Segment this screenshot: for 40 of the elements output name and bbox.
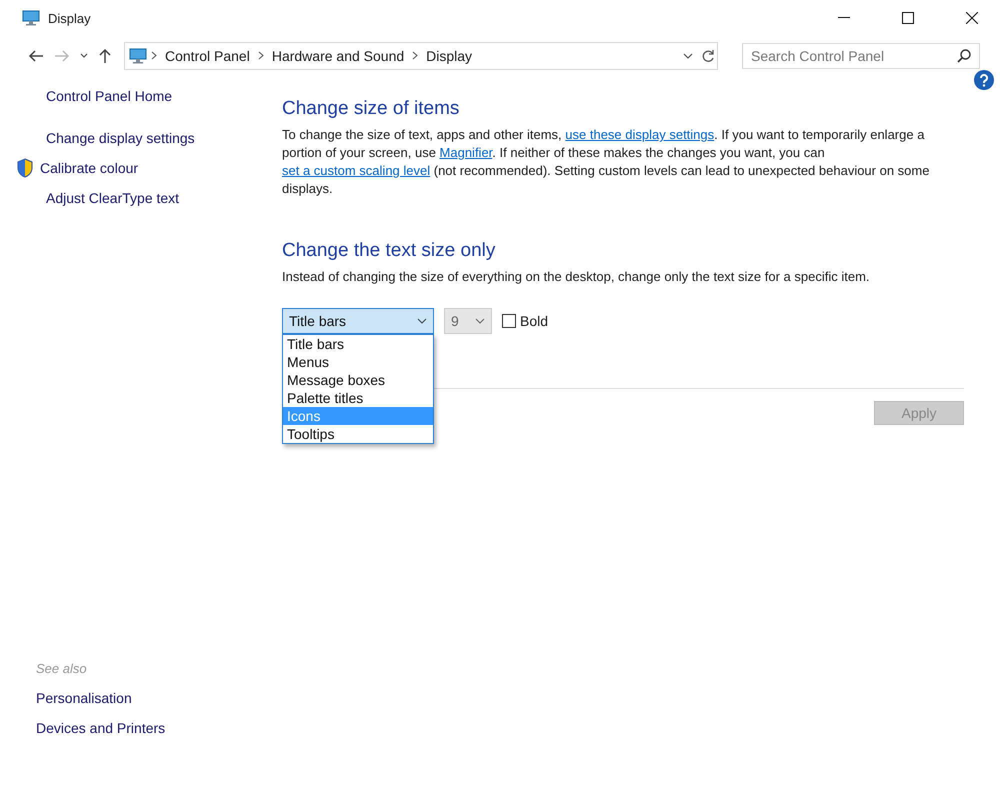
see-also-link[interactable]: Devices and Printers — [36, 720, 240, 736]
display-icon — [22, 10, 40, 26]
checkbox-label: Bold — [520, 313, 548, 329]
dropdown-option[interactable]: Menus — [283, 353, 433, 371]
text-link[interactable]: Magnifier — [440, 145, 492, 160]
search-field[interactable]: Search Control Panel — [742, 43, 980, 69]
dropdown-option[interactable]: Message boxes — [283, 371, 433, 389]
dropdown-option[interactable]: Title bars — [283, 335, 433, 353]
caret-icon — [417, 318, 427, 324]
caret-icon — [80, 53, 88, 59]
breadcrumb[interactable]: Control Panel — [161, 48, 254, 64]
address-bar[interactable]: Control Panel Hardware and Sound Display — [124, 42, 718, 70]
dropdown-option[interactable]: Tooltips — [283, 425, 433, 443]
breadcrumb[interactable]: Display — [422, 48, 476, 64]
text-link[interactable]: use these display settings — [565, 127, 714, 142]
caret-icon — [475, 318, 485, 324]
shield-icon — [16, 158, 34, 178]
maximize-icon — [902, 12, 914, 24]
search-icon — [957, 49, 971, 63]
window-title: Display — [48, 10, 92, 26]
section-heading: Change the text size only — [282, 240, 496, 262]
item-dropdown[interactable]: Title bars — [282, 308, 434, 334]
description: Instead of changing the size of everything on the desktop, change only the text size for a specific item. — [282, 268, 871, 286]
help-icon[interactable] — [974, 70, 994, 90]
section-heading: Change size of items — [282, 98, 460, 120]
see-also-link[interactable]: Personalisation — [36, 690, 240, 706]
sidebar-link[interactable]: Adjust ClearType text — [46, 190, 240, 206]
text-link[interactable]: set a custom scaling level — [282, 163, 430, 178]
minimize-icon — [838, 17, 850, 19]
checkbox[interactable] — [502, 314, 516, 328]
display-icon — [129, 48, 147, 64]
paragraph: To change the size of text, apps and other items, use these display settings. If you want to temporarily enlarge a portion of your screen, use Magnifier. If neither of these makes the changes you want, you can set a custom scaling level (not recommended). Setting custom levels can lead to unexpected behaviour on some displays. — [282, 126, 930, 198]
sidebar-link[interactable]: Control Panel Home — [46, 88, 240, 104]
sidebar-link[interactable]: Change display settings — [46, 130, 240, 146]
see-also-heading: See also — [36, 661, 88, 676]
close-icon — [966, 12, 978, 24]
sidebar-link[interactable]: Calibrate colour — [16, 158, 240, 178]
dropdown-option[interactable]: Palette titles — [283, 389, 433, 407]
dropdown-icon[interactable] — [681, 51, 695, 61]
breadcrumb[interactable]: Hardware and Sound — [268, 48, 408, 64]
